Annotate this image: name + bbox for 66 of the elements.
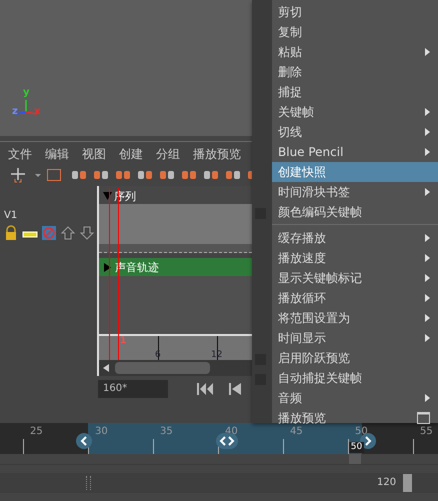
step-back-icon[interactable] xyxy=(228,382,242,396)
current-frame-badge: 50 xyxy=(348,442,364,453)
horizontal-scrollbar[interactable] xyxy=(99,360,252,376)
menu-item[interactable]: 创建 xyxy=(119,146,143,162)
menu-item[interactable]: 切线 xyxy=(272,122,438,142)
skip-to-start-icon[interactable] xyxy=(196,382,214,396)
lock-icon[interactable] xyxy=(3,225,19,241)
menu-item[interactable]: 复制 xyxy=(272,22,438,42)
range-end-value: 120 xyxy=(377,477,396,488)
menu-item[interactable]: 分组 xyxy=(156,146,180,162)
frame-label: 55 xyxy=(420,426,433,437)
submenu-arrow-icon xyxy=(425,234,430,242)
menu-item[interactable]: 音频 xyxy=(272,388,438,408)
menu-item[interactable]: 自动捕捉关键帧 xyxy=(272,368,438,388)
menu-item[interactable]: 创建快照 xyxy=(272,162,438,182)
menu-item[interactable]: 显示关键帧标记 xyxy=(272,268,438,288)
scroll-left-icon[interactable] xyxy=(103,364,109,372)
menu-item[interactable]: 文件 xyxy=(8,146,32,162)
frame-label: 30 xyxy=(95,426,108,437)
menu-item[interactable]: 捕捉 xyxy=(272,82,438,102)
collapse-arrow-icon[interactable] xyxy=(103,192,112,200)
range-start-handle-icon[interactable] xyxy=(76,433,92,449)
menu-item[interactable]: 播放速度 xyxy=(272,248,438,268)
menu-item[interactable]: 颜色编码关键帧 xyxy=(272,202,438,222)
submenu-arrow-icon xyxy=(425,294,430,302)
track-label: V1 xyxy=(4,210,18,221)
submenu-arrow-icon xyxy=(425,148,430,156)
menu-item[interactable]: Blue Pencil xyxy=(272,142,438,162)
frame-label: 40 xyxy=(225,426,238,437)
option-box-icon[interactable] xyxy=(417,412,430,424)
frame-label: 25 xyxy=(30,426,43,437)
menu-item[interactable]: 时间显示 xyxy=(272,328,438,348)
menu-item[interactable]: 剪切 xyxy=(272,2,438,22)
range-handle[interactable] xyxy=(403,474,412,492)
menu-item[interactable]: 播放循环 xyxy=(272,288,438,308)
submenu-arrow-icon xyxy=(425,188,430,196)
frame-icon[interactable] xyxy=(46,167,62,183)
expand-arrow-icon[interactable] xyxy=(104,262,111,272)
ruler-label: 1 xyxy=(120,336,126,346)
menu-item[interactable]: 时间滑块书签 xyxy=(272,182,438,202)
range-slider[interactable]: 120 xyxy=(0,473,438,493)
menu-item[interactable]: 启用阶跃预览 xyxy=(272,348,438,368)
submenu-arrow-icon xyxy=(425,314,430,322)
arrow-up-icon[interactable] xyxy=(60,225,76,241)
menu-item[interactable]: 关键帧 xyxy=(272,102,438,122)
range-end-handle-icon[interactable] xyxy=(360,433,376,449)
menu-item[interactable]: 编辑 xyxy=(45,146,69,162)
frame-label: 35 xyxy=(160,426,173,437)
menu-item[interactable]: 将范围设置为 xyxy=(272,308,438,328)
submenu-arrow-icon xyxy=(425,274,430,282)
menu-item[interactable]: 粘贴 xyxy=(272,42,438,62)
frame-label: 45 xyxy=(290,426,303,437)
menu-item[interactable]: 缓存播放 xyxy=(272,228,438,248)
submenu-arrow-icon xyxy=(425,254,430,262)
axis-label: y xyxy=(23,88,30,98)
submenu-arrow-icon xyxy=(425,394,430,402)
menu-item[interactable]: 播放预览 xyxy=(193,146,241,162)
time-field[interactable]: 160* xyxy=(98,380,168,398)
axis-label: z xyxy=(12,107,18,117)
submenu-arrow-icon xyxy=(425,128,430,136)
submenu-arrow-icon xyxy=(425,334,430,342)
arrow-down-icon[interactable] xyxy=(79,225,95,241)
menu-item[interactable]: 删除 xyxy=(272,62,438,82)
menu-item[interactable]: 视图 xyxy=(82,146,106,162)
submenu-arrow-icon xyxy=(425,48,430,56)
submenu-arrow-icon xyxy=(425,108,430,116)
